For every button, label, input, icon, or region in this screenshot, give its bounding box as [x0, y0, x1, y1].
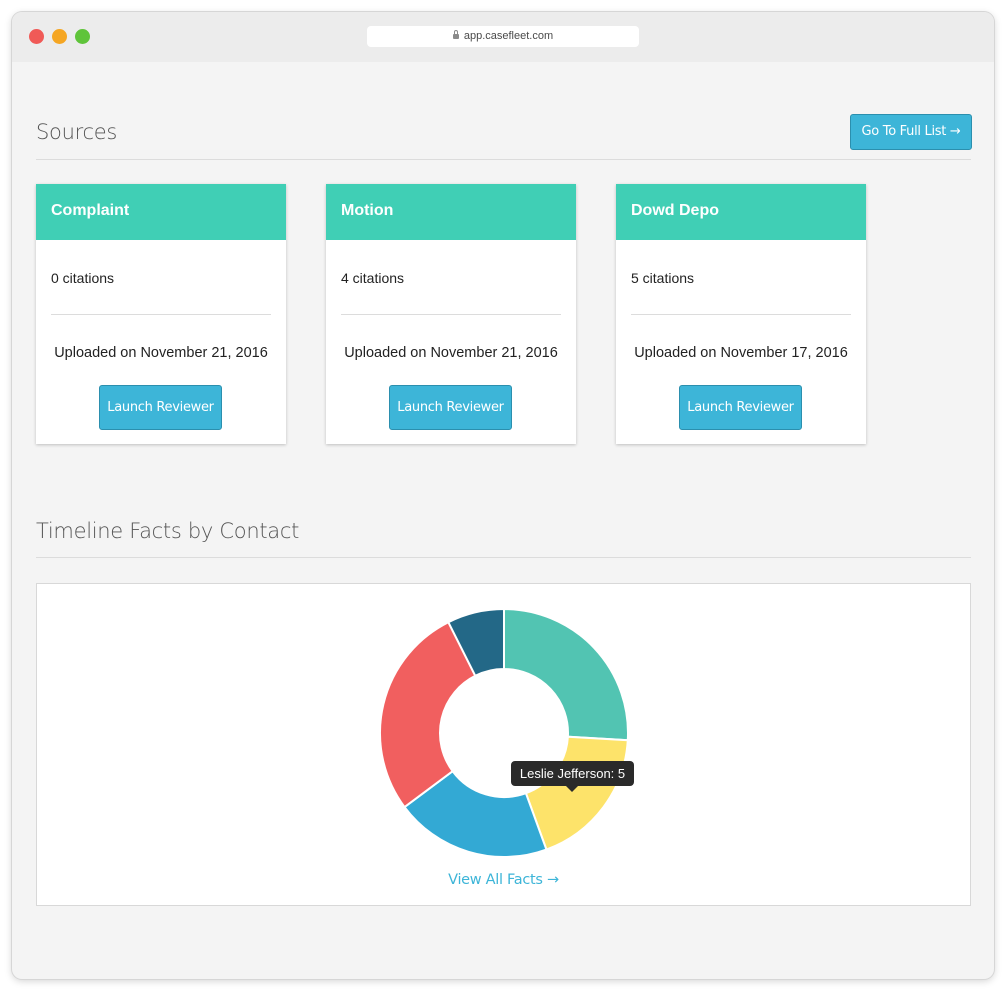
source-card-uploaded: Uploaded on November 17, 2016 [634, 345, 848, 361]
source-card-uploaded: Uploaded on November 21, 2016 [344, 345, 558, 361]
maximize-window-button[interactable] [75, 29, 90, 44]
card-divider [51, 314, 271, 315]
timeline-heading: Timeline Facts by Contact [36, 519, 300, 543]
timeline-chart-panel: Leslie Jefferson: 5 View All Facts → [36, 583, 971, 906]
card-divider [341, 314, 561, 315]
donut-chart [379, 607, 629, 858]
source-card-uploaded: Uploaded on November 21, 2016 [54, 345, 268, 361]
source-card-citations: 0 citations [51, 270, 115, 286]
browser-titlebar: app.casefleet.com [12, 12, 994, 62]
launch-reviewer-button[interactable]: Launch Reviewer [389, 385, 512, 430]
timeline-divider [36, 557, 971, 558]
address-bar[interactable]: app.casefleet.com [367, 26, 639, 47]
view-all-facts-link[interactable]: View All Facts → [37, 872, 970, 888]
card-divider [631, 314, 851, 315]
launch-reviewer-button[interactable]: Launch Reviewer [99, 385, 222, 430]
sources-heading: Sources [36, 120, 117, 144]
donut-slice[interactable] [503, 607, 629, 742]
minimize-window-button[interactable] [52, 29, 67, 44]
donut-slices [379, 607, 629, 858]
source-card: Dowd Depo 5 citations Uploaded on Novemb… [616, 184, 866, 444]
source-card-title[interactable]: Dowd Depo [616, 184, 866, 240]
source-card-citations: 5 citations [631, 270, 695, 286]
source-card: Motion 4 citations Uploaded on November … [326, 184, 576, 444]
browser-window: app.casefleet.com Sources Go To Full Lis… [12, 12, 994, 979]
source-card-citations: 4 citations [341, 270, 405, 286]
launch-reviewer-button[interactable]: Launch Reviewer [679, 385, 802, 430]
source-card: Complaint 0 citations Uploaded on Novemb… [36, 184, 286, 444]
address-url: app.casefleet.com [463, 30, 554, 42]
source-card-title[interactable]: Motion [326, 184, 576, 240]
source-card-title[interactable]: Complaint [36, 184, 286, 240]
go-to-full-list-button[interactable]: Go To Full List → [850, 114, 972, 150]
sources-divider [36, 159, 971, 160]
lock-icon [452, 30, 459, 39]
chart-tooltip: Leslie Jefferson: 5 [511, 761, 634, 792]
close-window-button[interactable] [29, 29, 44, 44]
